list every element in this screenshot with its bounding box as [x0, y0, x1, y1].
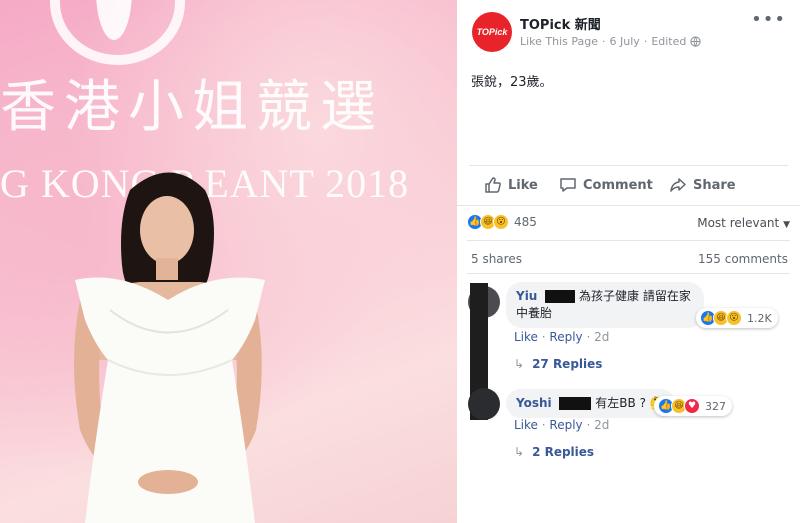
globe-icon [690, 36, 702, 47]
redacted-name [559, 397, 592, 410]
page-avatar[interactable]: TOPick [472, 12, 512, 52]
view-replies-link[interactable]: ↳ 2 Replies [514, 445, 594, 459]
comment-reply-link[interactable]: Reply [549, 330, 582, 344]
comments-count[interactable]: 155 comments [698, 252, 788, 266]
comment-bubble: Yoshi 有左BB ? 🤔 [506, 389, 675, 418]
comment-reactions[interactable]: 👍 😆 ♥ 327 [654, 396, 732, 416]
post-panel: TOPick TOPick 新聞 Like This Page · 6 July… [457, 0, 800, 523]
like-button[interactable]: Like [484, 176, 538, 194]
reply-arrow-icon: ↳ [514, 357, 525, 371]
wow-reaction-icon: 😮 [726, 310, 742, 326]
reactions-divider [467, 240, 790, 241]
share-button[interactable]: Share [669, 176, 736, 194]
commenter-avatar[interactable] [468, 388, 500, 420]
woman-figure [74, 172, 265, 523]
share-label: Share [693, 177, 736, 193]
replies-label: 2 Replies [532, 445, 595, 459]
comments-divider [467, 273, 790, 274]
more-dots-icon[interactable]: ••• [751, 11, 786, 29]
wow-reaction-icon: 😮 [493, 214, 509, 230]
comment-like-link[interactable]: Like [514, 330, 538, 344]
comment-reactions[interactable]: 👍 😆 😮 1.2K [696, 308, 778, 328]
actions-divider-top [469, 165, 788, 166]
sort-dropdown[interactable]: Most relevant ▼ [697, 216, 790, 230]
sort-label: Most relevant [697, 216, 780, 230]
pageant-banner-chinese: 香港小姐競選 [0, 75, 384, 140]
redacted-name [545, 290, 576, 303]
meta-separator: · [602, 35, 606, 48]
comment-author[interactable]: Yiu [516, 289, 537, 303]
comment-bubble: Yiu 為孩子健康 請留在家 中養胎 [506, 282, 704, 328]
comment-reaction-count: 327 [705, 399, 726, 413]
comment-like-link[interactable]: Like [514, 418, 538, 432]
comment-bubble-icon [560, 178, 576, 192]
reactions-count: 485 [514, 215, 537, 229]
comment-text: 為孩子健康 請留在家 [579, 289, 691, 303]
post-text: 張銳，23歲。 [471, 75, 553, 90]
comment-label: Comment [583, 177, 653, 193]
comment-text: 中養胎 [516, 306, 553, 320]
meta-separator: · [643, 35, 648, 48]
like-label: Like [508, 177, 538, 193]
comment-author[interactable]: Yoshi [516, 396, 552, 410]
replies-label: 27 Replies [532, 357, 603, 371]
actions-divider-bottom [457, 205, 800, 206]
comment-reaction-count: 1.2K [747, 311, 772, 325]
page-avatar-text: TOPick [476, 27, 508, 37]
page-name-link[interactable]: TOPick 新聞 [520, 14, 601, 33]
comment-text: 有左BB ? [595, 396, 646, 410]
thumbs-up-icon [485, 177, 501, 193]
view-replies-link[interactable]: ↳ 27 Replies [514, 357, 602, 371]
comment-age[interactable]: 2d [594, 418, 609, 432]
comment-reply-link[interactable]: Reply [549, 418, 582, 432]
comment-actions: Like · Reply · 2d [514, 418, 610, 432]
comment-age[interactable]: 2d [594, 330, 609, 344]
post-photo[interactable]: 香港小姐競選 G KONG P EANT 2018 [0, 0, 457, 523]
share-arrow-icon [670, 178, 686, 192]
edited-label[interactable]: Edited [651, 35, 686, 48]
comment-actions: Like · Reply · 2d [514, 330, 610, 344]
caret-down-icon: ▼ [783, 220, 790, 230]
like-this-page-link[interactable]: Like This Page [520, 35, 598, 48]
love-reaction-icon: ♥ [684, 398, 700, 414]
post-meta: Like This Page · 6 July · Edited [520, 35, 702, 48]
reactions-summary[interactable]: 👍 😆 😮 485 [467, 214, 537, 230]
shares-count[interactable]: 5 shares [471, 252, 522, 266]
reply-arrow-icon: ↳ [514, 445, 525, 459]
comment-button[interactable]: Comment [559, 176, 653, 194]
post-date[interactable]: 6 July [610, 35, 640, 48]
